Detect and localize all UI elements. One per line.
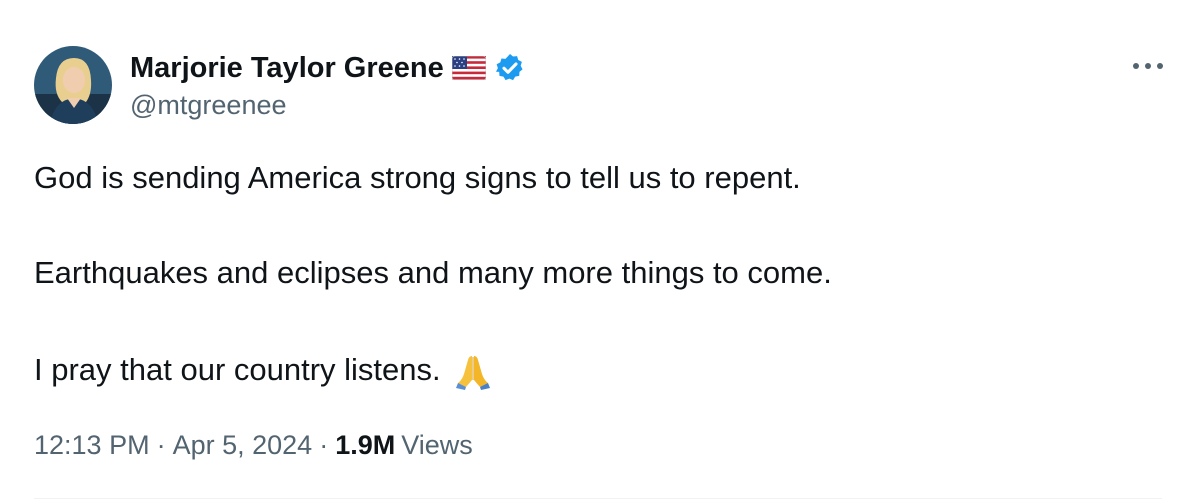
tweet-text-line-with-emoji: I pray that our country listens. bbox=[34, 350, 493, 390]
tweet-meta: 12:13 PM · Apr 5, 2024 · 1.9M Views bbox=[34, 430, 473, 461]
more-options-button[interactable] bbox=[1128, 54, 1168, 78]
more-options-icon bbox=[1132, 57, 1164, 75]
tweet-text: I pray that our country listens. bbox=[34, 352, 441, 387]
meta-separator: · bbox=[319, 430, 329, 460]
meta-separator: · bbox=[156, 430, 166, 460]
tweet-date[interactable]: Apr 5, 2024 bbox=[173, 430, 313, 461]
views-label[interactable]: Views bbox=[401, 430, 473, 461]
praying-hands-icon bbox=[453, 350, 493, 390]
author-display-name[interactable]: Marjorie Taylor Greene bbox=[130, 52, 444, 85]
tweet-text-line: God is sending America strong signs to t… bbox=[34, 160, 801, 195]
us-flag-icon bbox=[451, 55, 487, 81]
verified-badge-icon[interactable] bbox=[494, 52, 526, 84]
tweet-time[interactable]: 12:13 PM bbox=[34, 430, 150, 461]
tweet-text-line: Earthquakes and eclipses and many more t… bbox=[34, 255, 832, 290]
tweet-card: Marjorie Taylor Greene @mtgreenee God is… bbox=[0, 0, 1196, 502]
divider bbox=[34, 498, 1162, 499]
avatar[interactable] bbox=[34, 46, 112, 124]
author-handle[interactable]: @mtgreenee bbox=[130, 90, 287, 121]
author-name-row: Marjorie Taylor Greene bbox=[130, 48, 526, 88]
views-count[interactable]: 1.9M bbox=[335, 430, 395, 461]
